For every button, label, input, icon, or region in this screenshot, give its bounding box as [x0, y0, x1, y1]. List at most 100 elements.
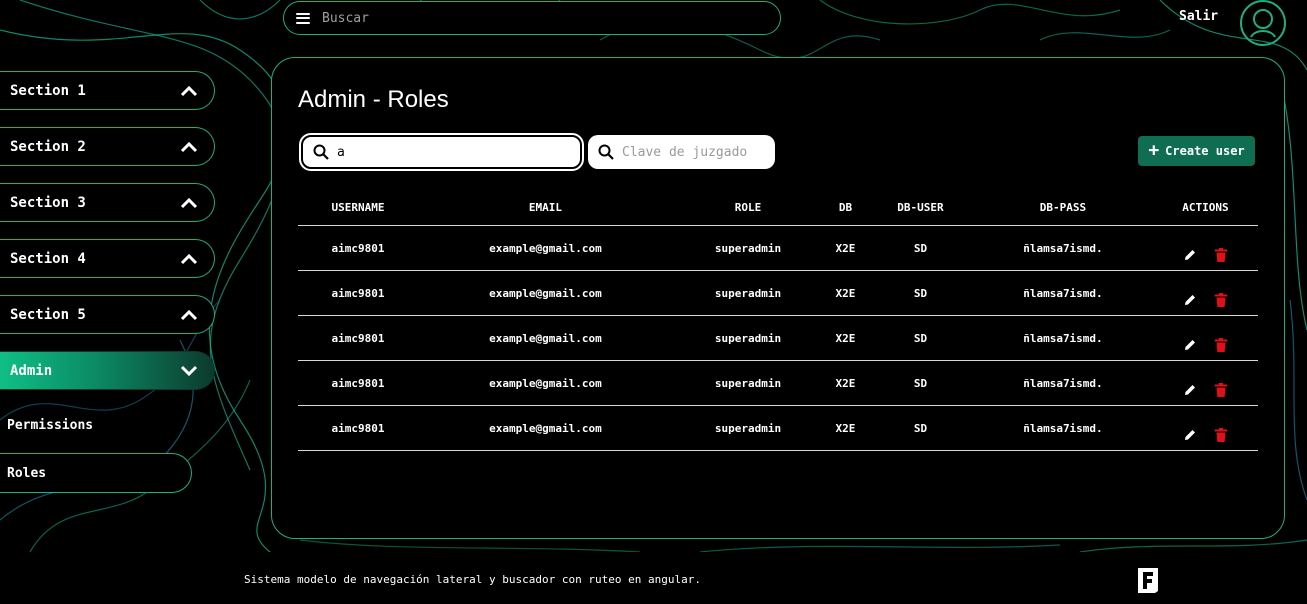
edit-button[interactable] — [1183, 293, 1197, 307]
sidebar-subitem-permissions[interactable]: Permissions — [0, 418, 93, 433]
search-icon — [313, 144, 329, 160]
sidebar-item-section-5[interactable]: Section 5 — [0, 295, 215, 334]
logout-link[interactable]: Salir — [1179, 9, 1218, 24]
delete-button[interactable] — [1215, 247, 1228, 262]
cell-actions — [1152, 360, 1258, 406]
cell-username: aimc9801 — [298, 225, 418, 271]
cell-db: X2E — [822, 225, 868, 271]
column-header-email[interactable]: EMAIL — [417, 190, 673, 226]
footer-text: Sistema modelo de navegación lateral y b… — [244, 573, 701, 586]
sidebar-subitem-roles[interactable]: Roles — [0, 453, 192, 493]
cell-db-user: SD — [867, 270, 973, 316]
users-table: USERNAME EMAIL ROLE DB DB-USER DB-PASS A… — [298, 190, 1258, 451]
create-user-label: Create user — [1165, 144, 1245, 158]
menu-icon[interactable] — [296, 12, 310, 24]
chevron-up-icon — [180, 309, 198, 320]
column-header-db-user[interactable]: DB-USER — [867, 190, 973, 226]
sidebar-subitem-label: Roles — [7, 465, 47, 481]
delete-button[interactable] — [1215, 292, 1228, 307]
cell-db-pass: ñlamsa7ismd. — [972, 225, 1153, 271]
cell-db-pass: ñlamsa7ismd. — [972, 270, 1153, 316]
chevron-up-icon — [180, 141, 198, 152]
chevron-down-icon — [180, 365, 198, 376]
trash-icon — [1215, 337, 1228, 352]
table-row: aimc9801 example@gmail.com superadmin X2… — [298, 360, 1258, 406]
sidebar-item-label: Section 1 — [10, 82, 86, 99]
pencil-icon — [1185, 249, 1196, 260]
cell-role: superadmin — [672, 270, 823, 316]
trash-icon — [1215, 247, 1228, 262]
cell-email: example@gmail.com — [417, 405, 673, 451]
chevron-up-icon — [180, 85, 198, 96]
cell-db-user: SD — [867, 360, 973, 406]
plus-icon: + — [1148, 140, 1160, 161]
cell-actions — [1152, 405, 1258, 451]
sidebar-item-label: Section 3 — [10, 194, 86, 211]
sidebar-item-section-1[interactable]: Section 1 — [0, 71, 215, 110]
cell-username: aimc9801 — [298, 405, 418, 451]
create-user-button[interactable]: + Create user — [1138, 136, 1255, 166]
sidebar-item-section-3[interactable]: Section 3 — [0, 183, 215, 222]
table-row: aimc9801 example@gmail.com superadmin X2… — [298, 225, 1258, 271]
cell-db: X2E — [822, 315, 868, 361]
main-panel: Admin - Roles + Create user USERNAME EMA… — [271, 57, 1285, 539]
username-search-field — [299, 133, 584, 171]
cell-db: X2E — [822, 405, 868, 451]
edit-button[interactable] — [1183, 248, 1197, 262]
cell-username: aimc9801 — [298, 270, 418, 316]
sidebar-item-section-2[interactable]: Section 2 — [0, 127, 215, 166]
user-avatar[interactable] — [1240, 0, 1286, 46]
page-title: Admin - Roles — [298, 86, 449, 113]
delete-button[interactable] — [1215, 427, 1228, 442]
cell-role: superadmin — [672, 315, 823, 361]
username-search-input[interactable] — [337, 144, 487, 160]
trash-icon — [1215, 427, 1228, 442]
chevron-up-icon — [180, 197, 198, 208]
brand-logo-icon — [1138, 568, 1158, 593]
column-header-username[interactable]: USERNAME — [298, 190, 418, 226]
cell-role: superadmin — [672, 405, 823, 451]
edit-button[interactable] — [1183, 338, 1197, 352]
court-key-input[interactable] — [622, 144, 772, 160]
cell-email: example@gmail.com — [417, 225, 673, 271]
table-row: aimc9801 example@gmail.com superadmin X2… — [298, 315, 1258, 361]
sidebar-item-label: Section 5 — [10, 306, 86, 323]
sidebar-item-label: Section 2 — [10, 138, 86, 155]
edit-button[interactable] — [1183, 383, 1197, 397]
delete-button[interactable] — [1215, 382, 1228, 397]
global-search-input[interactable] — [322, 10, 742, 26]
delete-button[interactable] — [1215, 337, 1228, 352]
trash-icon — [1215, 292, 1228, 307]
court-key-field — [588, 135, 775, 169]
cell-email: example@gmail.com — [417, 270, 673, 316]
column-header-role[interactable]: ROLE — [672, 190, 823, 226]
sidebar-item-section-4[interactable]: Section 4 — [0, 239, 215, 278]
cell-db: X2E — [822, 360, 868, 406]
cell-role: superadmin — [672, 360, 823, 406]
cell-username: aimc9801 — [298, 360, 418, 406]
cell-actions — [1152, 270, 1258, 316]
table-header-row: USERNAME EMAIL ROLE DB DB-USER DB-PASS A… — [298, 190, 1258, 226]
cell-actions — [1152, 225, 1258, 271]
search-icon — [598, 144, 614, 160]
cell-db-user: SD — [867, 315, 973, 361]
column-header-db-pass[interactable]: DB-PASS — [972, 190, 1153, 226]
cell-db-pass: ñlamsa7ismd. — [972, 405, 1153, 451]
edit-button[interactable] — [1183, 428, 1197, 442]
global-search-bar — [283, 1, 781, 35]
cell-role: superadmin — [672, 225, 823, 271]
cell-email: example@gmail.com — [417, 315, 673, 361]
pencil-icon — [1185, 384, 1196, 395]
cell-db-pass: ñlamsa7ismd. — [972, 360, 1153, 406]
column-header-db[interactable]: DB — [822, 190, 868, 226]
column-header-actions: ACTIONS — [1152, 190, 1258, 226]
cell-db-user: SD — [867, 405, 973, 451]
cell-db-pass: ñlamsa7ismd. — [972, 315, 1153, 361]
sidebar-item-admin[interactable]: Admin — [0, 351, 215, 390]
cell-db: X2E — [822, 270, 868, 316]
pencil-icon — [1185, 294, 1196, 305]
cell-username: aimc9801 — [298, 315, 418, 361]
table-row: aimc9801 example@gmail.com superadmin X2… — [298, 270, 1258, 316]
cell-db-user: SD — [867, 225, 973, 271]
sidebar-item-label: Admin — [10, 362, 53, 379]
